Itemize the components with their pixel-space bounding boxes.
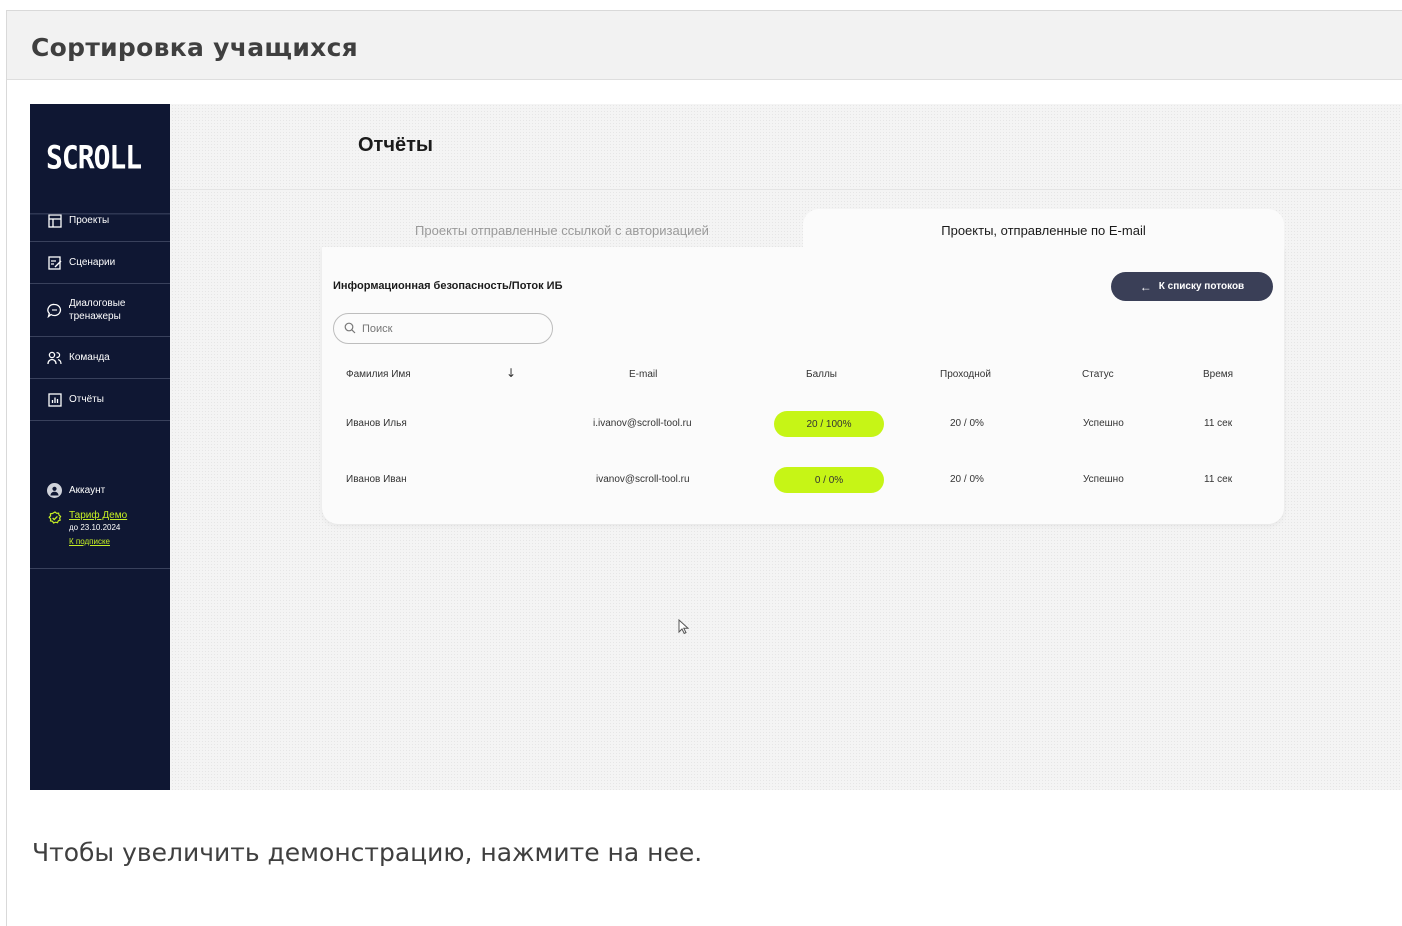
sidebar-item-label: Команда: [69, 352, 110, 363]
cell-email: ivanov@scroll-tool.ru: [596, 474, 690, 485]
column-header-score[interactable]: Баллы: [806, 369, 837, 380]
sort-arrow-icon[interactable]: ↓: [506, 366, 516, 380]
article-title: Сортировка учащихся: [31, 33, 359, 62]
column-header-name[interactable]: Фамилия Имя: [346, 369, 411, 380]
sidebar-item-scenarios[interactable]: Сценарии: [30, 242, 170, 284]
article-header: Сортировка учащихся: [7, 11, 1402, 80]
edit-icon: [47, 255, 62, 270]
account-label: Аккаунт: [69, 485, 106, 496]
sidebar-item-label: Отчёты: [69, 394, 104, 405]
report-icon: [47, 392, 62, 407]
search-input[interactable]: [362, 322, 542, 335]
tariff-expiry: до 23.10.2024: [69, 523, 121, 532]
cell-email: i.ivanov@scroll-tool.ru: [593, 418, 692, 429]
column-header-email[interactable]: E-mail: [629, 369, 657, 380]
mouse-cursor-icon: [678, 618, 690, 639]
score-badge: 20 / 100%: [774, 411, 884, 437]
sidebar-item-dialog-trainers[interactable]: Диалоговые тренажеры: [30, 284, 170, 337]
back-to-streams-button[interactable]: ← К списку потоков: [1111, 272, 1273, 301]
card-title: Информационная безопасность/Поток ИБ: [333, 280, 563, 292]
account-section: Аккаунт Тариф Демо до 23.10.2024 К подпи…: [30, 421, 170, 569]
sidebar-item-reports[interactable]: Отчёты: [30, 379, 170, 421]
sidebar-item-label: Диалоговые тренажеры: [69, 298, 126, 322]
tariff-info: Тариф Демо до 23.10.2024 К подписке: [47, 510, 170, 546]
cell-name: Иванов Иван: [346, 474, 407, 485]
sidebar-item-label: Сценарии: [69, 257, 116, 268]
tariff-link[interactable]: Тариф Демо: [69, 510, 127, 521]
chat-icon: [47, 303, 62, 318]
cell-status: Успешно: [1083, 474, 1124, 485]
avatar: [47, 483, 62, 498]
cell-time: 11 сек: [1204, 418, 1233, 429]
account-link[interactable]: Аккаунт: [47, 483, 170, 498]
badge-check-icon: [47, 510, 62, 525]
column-header-time[interactable]: Время: [1203, 369, 1233, 380]
page-header: [170, 104, 1402, 190]
scroll-logo[interactable]: SCROLL: [30, 104, 170, 215]
cell-name: Иванов Илья: [346, 418, 407, 429]
sidebar: SCROLL Проекты Сценарии Диалоговые трена…: [30, 104, 170, 790]
score-badge: 0 / 0%: [774, 467, 884, 493]
subscription-link[interactable]: К подписке: [69, 537, 127, 546]
column-header-pass[interactable]: Проходной: [940, 369, 991, 380]
sidebar-item-team[interactable]: Команда: [30, 337, 170, 379]
layout-icon: [47, 213, 62, 228]
cell-pass: 20 / 0%: [950, 418, 984, 429]
arrow-left-icon: ←: [1139, 279, 1152, 294]
column-header-status[interactable]: Статус: [1082, 369, 1114, 380]
back-button-label: К списку потоков: [1158, 281, 1245, 292]
search-box[interactable]: [333, 313, 553, 344]
cell-pass: 20 / 0%: [950, 474, 984, 485]
page-title: Отчёты: [358, 134, 433, 156]
search-icon: [344, 319, 356, 338]
caption-text: Чтобы увеличить демонстрацию, нажмите на…: [32, 838, 703, 867]
cell-time: 11 сек: [1204, 474, 1233, 485]
demo-screenshot[interactable]: SCROLL Проекты Сценарии Диалоговые трена…: [30, 104, 1402, 790]
sidebar-item-label: Проекты: [69, 215, 110, 226]
tab-email-projects[interactable]: Проекты, отправленные по E-mail: [803, 209, 1284, 269]
cell-status: Успешно: [1083, 418, 1124, 429]
team-icon: [47, 350, 62, 365]
